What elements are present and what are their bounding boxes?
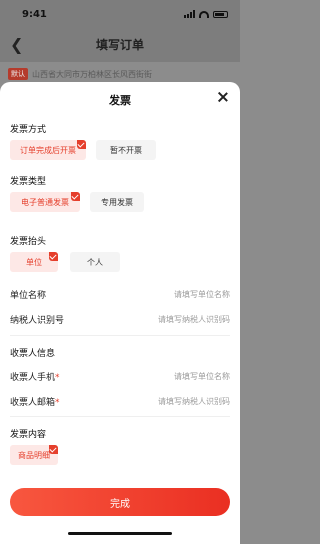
- home-indicator: [68, 532, 172, 535]
- divider: [10, 416, 230, 417]
- sheet-title: 发票: [109, 94, 131, 107]
- recipient-label: 收票人信息: [10, 349, 56, 359]
- option-electronic-invoice[interactable]: 电子普通发票: [10, 192, 80, 212]
- check-icon: [77, 140, 86, 149]
- invoice-content-label: 发票内容: [10, 430, 47, 440]
- background-title: 填写订单: [95, 38, 144, 52]
- default-address-tag: 默认: [8, 68, 28, 80]
- recipient-email-input[interactable]: 请填写纳税人识别码: [158, 396, 230, 407]
- option-personal[interactable]: 个人: [70, 252, 120, 272]
- recipient-phone-input[interactable]: 请填写单位名称: [174, 371, 230, 382]
- check-icon: [49, 445, 58, 454]
- battery-icon: [213, 10, 228, 18]
- background-address: 默认 山西省大同市万柏林区长风西街街: [8, 66, 232, 82]
- option-special-invoice[interactable]: 专用发票: [90, 192, 144, 212]
- invoice-type-label: 发票类型: [10, 177, 47, 187]
- company-name-input[interactable]: 请填写单位名称: [174, 289, 230, 300]
- invoice-sheet: 发票 发票方式 订单完成后开票 暂不开票 发票类型 电子普通发票 专用发票 发票…: [0, 82, 240, 544]
- background-header: ❮ 填写订单: [0, 28, 240, 62]
- option-product-details[interactable]: 商品明细: [10, 445, 58, 465]
- recipient-phone-field[interactable]: 收票人手机* 请填写单位名称: [10, 369, 230, 383]
- company-name-label: 单位名称: [10, 290, 47, 301]
- company-name-field[interactable]: 单位名称 请填写单位名称: [10, 287, 230, 301]
- option-after-order-invoice[interactable]: 订单完成后开票: [10, 140, 86, 160]
- divider: [10, 335, 230, 336]
- status-bar: 9:41: [0, 0, 240, 28]
- invoice-method-label: 发票方式: [10, 125, 47, 135]
- done-button[interactable]: 完成: [10, 488, 230, 516]
- option-no-invoice[interactable]: 暂不开票: [96, 140, 156, 160]
- tax-id-field[interactable]: 纳税人识别号 请填写纳税人识别码: [10, 312, 230, 326]
- tax-id-input[interactable]: 请填写纳税人识别码: [158, 314, 230, 325]
- check-icon: [49, 252, 58, 261]
- check-icon: [71, 192, 80, 201]
- recipient-phone-label: 收票人手机*: [10, 372, 60, 383]
- wifi-icon: [199, 10, 209, 18]
- option-company[interactable]: 单位: [10, 252, 58, 272]
- recipient-email-label: 收票人邮箱*: [10, 397, 60, 408]
- status-icons: [184, 10, 228, 18]
- address-text: 山西省大同市万柏林区长风西街街: [32, 69, 152, 79]
- tax-id-label: 纳税人识别号: [10, 315, 65, 326]
- status-time: 9:41: [22, 9, 47, 20]
- signal-icon: [184, 10, 195, 18]
- close-icon[interactable]: [216, 90, 230, 104]
- recipient-email-field[interactable]: 收票人邮箱* 请填写纳税人识别码: [10, 394, 230, 408]
- invoice-header-label: 发票抬头: [10, 237, 47, 247]
